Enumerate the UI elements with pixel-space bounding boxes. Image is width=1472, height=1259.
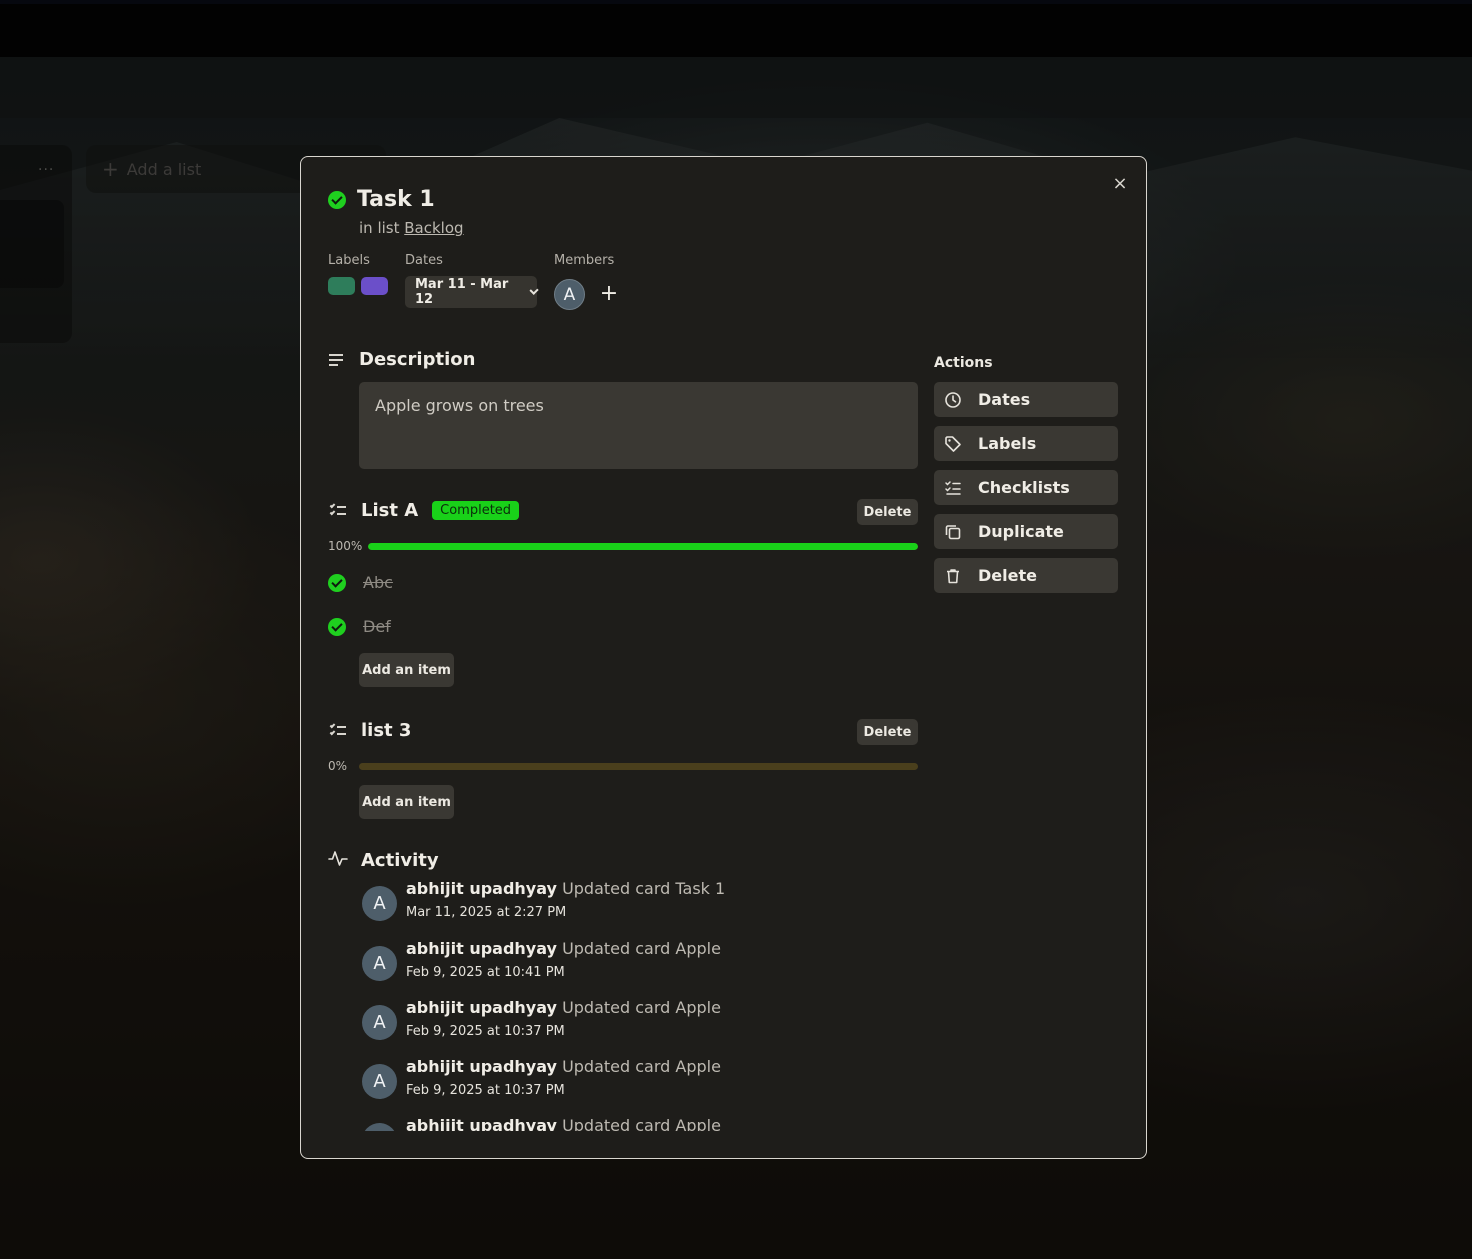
completed-badge: Completed xyxy=(432,501,520,520)
labels-action-button[interactable]: Labels xyxy=(934,426,1118,461)
activity-avatar: A xyxy=(362,886,397,921)
activity-entry: A abhijit upadhyay Updated card Apple Fe… xyxy=(361,939,781,989)
activity-user: abhijit upadhyay xyxy=(406,879,557,898)
action-label: Dates xyxy=(978,390,1031,409)
add-item-button[interactable]: Add an item xyxy=(359,653,454,687)
activity-time: Feb 9, 2025 at 10:37 PM xyxy=(406,1083,565,1098)
activity-entry: A abhijit upadhyay Updated card Apple Fe… xyxy=(361,998,781,1048)
add-item-button[interactable]: Add an item xyxy=(359,785,454,819)
card-list-info: in list Backlog xyxy=(359,219,464,237)
activity-entry: A abhijit upadhyay Updated card Apple xyxy=(361,1116,781,1131)
actions-heading: Actions xyxy=(934,355,993,371)
activity-avatar: A xyxy=(362,1064,397,1099)
close-icon[interactable]: × xyxy=(1109,173,1131,195)
list-link[interactable]: Backlog xyxy=(404,219,463,237)
tag-icon xyxy=(944,435,962,453)
members-heading: Members xyxy=(554,253,615,268)
card-detail-modal: × Task 1 in list Backlog Labels Dates Ma… xyxy=(300,156,1147,1159)
checklist-item[interactable]: Def xyxy=(328,617,391,636)
activity-avatar: A xyxy=(362,946,397,981)
trash-icon xyxy=(944,567,962,585)
description-heading: Description xyxy=(359,349,476,370)
description-header: Description xyxy=(329,349,475,370)
activity-time: Feb 9, 2025 at 10:41 PM xyxy=(406,965,565,980)
checklist-progress-fill xyxy=(368,543,918,550)
delete-checklist-button[interactable]: Delete xyxy=(857,499,918,525)
activity-user: abhijit upadhyay xyxy=(406,1057,557,1076)
card-title-row: Task 1 xyxy=(328,187,435,212)
item-checked-icon[interactable] xyxy=(328,617,346,636)
delete-card-button[interactable]: Delete xyxy=(934,558,1118,593)
label-chip-green[interactable] xyxy=(328,277,355,295)
checklist-progress-bar xyxy=(368,543,918,550)
checklist-title[interactable]: List A xyxy=(361,500,418,521)
activity-feed[interactable]: A abhijit upadhyay Updated card Task 1 M… xyxy=(361,879,781,1131)
checklists-action-button[interactable]: Checklists xyxy=(934,470,1118,505)
activity-action: Updated card Apple xyxy=(562,998,721,1017)
activity-header: Activity xyxy=(328,848,439,872)
checklist-icon xyxy=(329,502,347,519)
label-chip-purple[interactable] xyxy=(361,277,388,295)
activity-heading: Activity xyxy=(361,849,439,871)
copy-icon xyxy=(944,523,962,541)
dates-dropdown[interactable]: Mar 11 - Mar 12 xyxy=(405,276,539,308)
checklist-progress-label: 0% xyxy=(328,759,348,773)
activity-action: Updated card Apple xyxy=(562,1057,721,1076)
activity-user: abhijit upadhyay xyxy=(406,998,557,1017)
description-icon xyxy=(329,353,345,367)
checklist-item[interactable]: Abc xyxy=(328,573,393,592)
add-member-button[interactable]: + xyxy=(599,281,619,307)
member-avatar[interactable]: A xyxy=(554,279,585,310)
checklist-item-text[interactable]: Abc xyxy=(363,573,393,592)
activity-time: Feb 9, 2025 at 10:37 PM xyxy=(406,1024,565,1039)
action-label: Delete xyxy=(978,566,1037,585)
labels-heading: Labels xyxy=(328,253,370,268)
dates-heading: Dates xyxy=(405,253,443,268)
action-label: Checklists xyxy=(978,478,1070,497)
activity-user: abhijit upadhyay xyxy=(406,1116,557,1131)
activity-action: Updated card Apple xyxy=(562,939,721,958)
chevron-down-icon xyxy=(529,285,539,296)
action-label: Labels xyxy=(978,434,1037,453)
card-title[interactable]: Task 1 xyxy=(357,187,435,212)
dates-action-button[interactable]: Dates xyxy=(934,382,1118,417)
activity-action: Updated card Apple xyxy=(562,1116,721,1131)
completed-check-icon[interactable] xyxy=(328,190,346,209)
checklist-progress-label: 100% xyxy=(328,539,363,553)
checklist-icon xyxy=(944,479,962,497)
activity-entry: A abhijit upadhyay Updated card Apple Fe… xyxy=(361,1057,781,1107)
activity-entry: A abhijit upadhyay Updated card Task 1 M… xyxy=(361,879,781,929)
checklist-icon xyxy=(329,722,347,739)
activity-icon xyxy=(328,848,348,872)
duplicate-action-button[interactable]: Duplicate xyxy=(934,514,1118,549)
activity-avatar: A xyxy=(362,1123,397,1131)
dates-value: Mar 11 - Mar 12 xyxy=(415,277,509,307)
item-checked-icon[interactable] xyxy=(328,573,346,592)
clock-icon xyxy=(944,391,962,409)
list-prefix: in list xyxy=(359,219,400,237)
activity-avatar: A xyxy=(362,1005,397,1040)
activity-time: Mar 11, 2025 at 2:27 PM xyxy=(406,905,567,920)
description-field[interactable]: Apple grows on trees xyxy=(359,382,918,469)
checklist-title[interactable]: list 3 xyxy=(361,720,411,741)
action-label: Duplicate xyxy=(978,522,1064,541)
delete-checklist-button[interactable]: Delete xyxy=(857,719,918,745)
checklist-header: List A Completed xyxy=(329,500,520,521)
activity-user: abhijit upadhyay xyxy=(406,939,557,958)
checklist-progress-bar xyxy=(359,763,918,770)
checklist-header: list 3 xyxy=(329,720,411,741)
activity-action: Updated card Task 1 xyxy=(562,879,726,898)
checklist-item-text[interactable]: Def xyxy=(363,617,391,636)
